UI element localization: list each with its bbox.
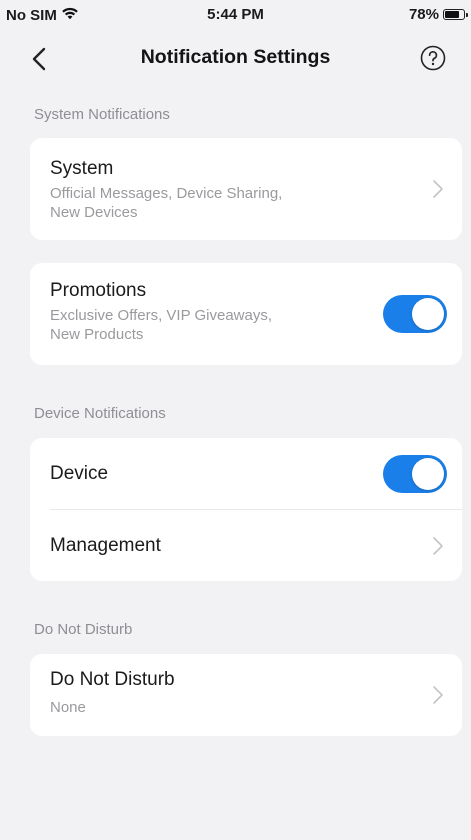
status-time: 5:44 PM bbox=[207, 6, 264, 23]
nav-bar: Notification Settings bbox=[0, 28, 471, 90]
system-title: System bbox=[50, 158, 114, 179]
dnd-title: Do Not Disturb bbox=[50, 669, 175, 690]
dnd-row[interactable]: Do Not Disturb None bbox=[30, 654, 462, 736]
battery-level bbox=[445, 11, 460, 18]
chevron-right-icon bbox=[433, 536, 443, 555]
promotions-subtitle-line2: New Products bbox=[50, 326, 144, 343]
system-subtitle-line1: Official Messages, Device Sharing, bbox=[50, 185, 283, 202]
system-subtitle: Official Messages, Device Sharing, New D… bbox=[50, 184, 442, 222]
device-title: Device bbox=[50, 462, 109, 484]
system-card: System Official Messages, Device Sharing… bbox=[30, 138, 462, 240]
dnd-value: None bbox=[50, 699, 86, 716]
promotions-row: Promotions Exclusive Offers, VIP Giveawa… bbox=[30, 263, 462, 365]
help-circle-icon bbox=[420, 45, 446, 71]
help-button[interactable] bbox=[419, 44, 447, 72]
chevron-right-icon bbox=[433, 180, 443, 198]
status-right: 78% bbox=[408, 6, 468, 23]
chevron-right-icon bbox=[433, 686, 443, 704]
system-row[interactable]: System Official Messages, Device Sharing… bbox=[30, 138, 462, 240]
section-header-device-notifications: Device Notifications bbox=[34, 405, 166, 422]
toggle-knob bbox=[412, 298, 444, 330]
promotions-toggle[interactable] bbox=[383, 295, 447, 333]
status-bar: No SIM 5:44 PM 78% bbox=[0, 0, 471, 28]
page-title: Notification Settings bbox=[140, 46, 331, 68]
section-header-system-notifications: System Notifications bbox=[34, 106, 170, 123]
management-row[interactable]: Management bbox=[30, 510, 462, 581]
section-header-do-not-disturb: Do Not Disturb bbox=[34, 621, 133, 638]
device-card: Device Management bbox=[30, 438, 462, 581]
battery-icon bbox=[443, 9, 468, 20]
system-subtitle-line2: New Devices bbox=[50, 204, 138, 221]
promotions-title: Promotions bbox=[50, 280, 147, 301]
promotions-card: Promotions Exclusive Offers, VIP Giveawa… bbox=[30, 263, 462, 365]
toggle-knob bbox=[412, 457, 444, 490]
device-row: Device bbox=[30, 438, 462, 509]
dnd-card: Do Not Disturb None bbox=[30, 654, 462, 736]
device-toggle[interactable] bbox=[383, 454, 447, 493]
management-title: Management bbox=[50, 534, 161, 556]
battery-percent: 78% bbox=[408, 6, 439, 23]
